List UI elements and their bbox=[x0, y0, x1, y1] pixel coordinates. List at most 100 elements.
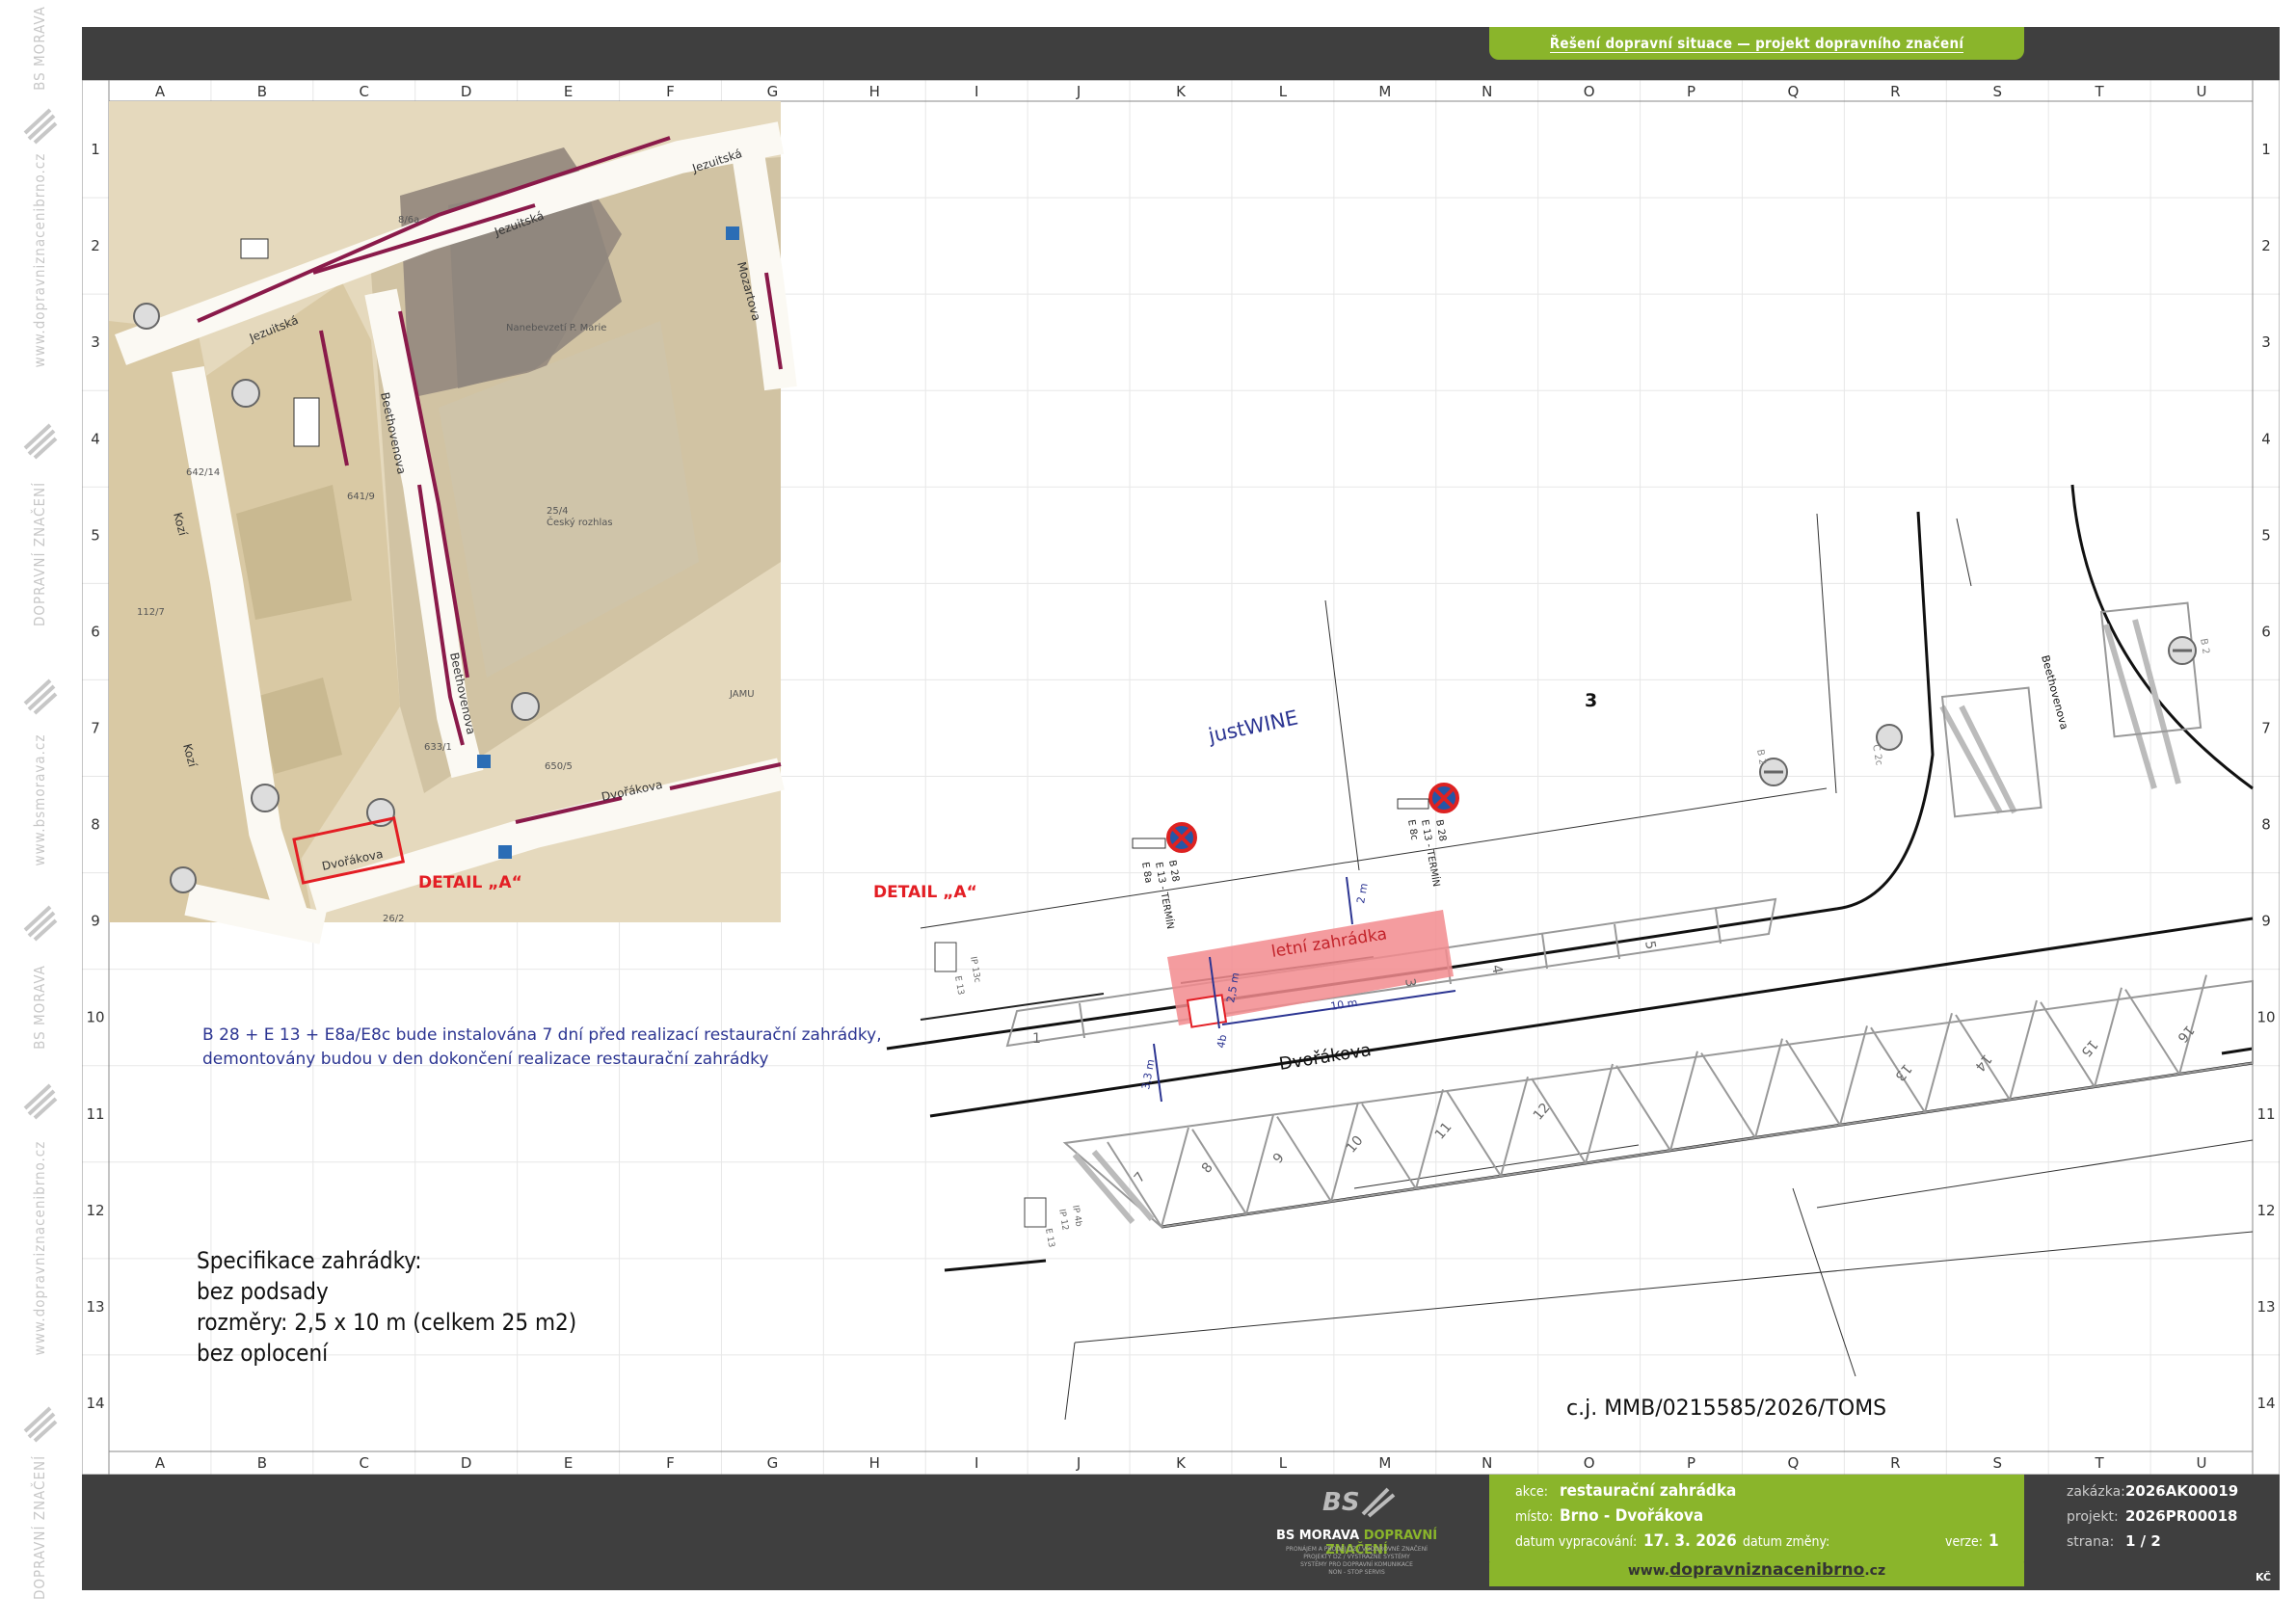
company-service: NON - STOP SERVIS bbox=[1328, 1569, 1385, 1576]
sign-code: IP 4b bbox=[1070, 1205, 1083, 1228]
signpost-icon bbox=[1024, 1197, 1047, 1228]
projekt-label: projekt: bbox=[2067, 1509, 2119, 1525]
map-sign-icon bbox=[511, 692, 540, 721]
location-map: Jezuitská Jezuitská Jezuitská Mozartova … bbox=[109, 101, 797, 945]
map-signpost-icon bbox=[240, 238, 269, 259]
sign-code: E 13 bbox=[1043, 1228, 1055, 1248]
house-number: 642/14 bbox=[186, 467, 220, 478]
space-number: 1 bbox=[1032, 1031, 1041, 1047]
grid-label: Q bbox=[1788, 1454, 1800, 1472]
house-number: 8/6a bbox=[398, 215, 419, 226]
misto-value: Brno - Dvořákova bbox=[1560, 1506, 1704, 1526]
grid-label: 7 bbox=[91, 719, 100, 736]
grid-label: 2 bbox=[2261, 237, 2271, 254]
installation-note: B 28 + E 13 + E8a/E8c bude instalována 7… bbox=[202, 1024, 882, 1072]
grid-label: R bbox=[1890, 1454, 1900, 1472]
spec-line: bez oplocení bbox=[197, 1340, 329, 1367]
grid-label: I bbox=[974, 83, 978, 100]
bs-logo-icon bbox=[23, 1083, 58, 1120]
sign-code: E 8a bbox=[1139, 862, 1154, 885]
grid-label: B bbox=[257, 83, 267, 100]
garden-specification: Specifikace zahrádky: bez podsady rozměr… bbox=[197, 1245, 576, 1369]
accessible-parking-icon bbox=[726, 226, 739, 240]
grid-label: Q bbox=[1788, 83, 1800, 100]
strana-value: 1 / 2 bbox=[2125, 1532, 2161, 1550]
house-number: 641/9 bbox=[347, 492, 375, 502]
bs-logo-icon bbox=[23, 905, 58, 942]
grid-label: 2 bbox=[91, 237, 100, 254]
grid-label: T bbox=[2095, 83, 2105, 100]
projekt-value: 2026PR00018 bbox=[2125, 1507, 2238, 1525]
grid-label: 1 bbox=[91, 141, 100, 158]
grid-label: K bbox=[1176, 1454, 1187, 1472]
note-line: B 28 + E 13 + E8a/E8c bude instalována 7… bbox=[202, 1025, 882, 1045]
svg-text:BS: BS bbox=[1322, 1488, 1360, 1517]
church-label: Nanebevzetí P. Marie bbox=[506, 322, 606, 333]
www-prefix: www. bbox=[1627, 1563, 1670, 1579]
map-sign-icon bbox=[133, 303, 160, 330]
map-sign-icon bbox=[251, 784, 280, 812]
zmeny-label: datum změny: bbox=[1743, 1534, 1830, 1550]
grid-label: 10 bbox=[86, 1009, 104, 1026]
brand-text: BS MORAVA bbox=[31, 6, 48, 91]
map-detail-label: DETAIL „A“ bbox=[418, 873, 522, 892]
page-title: Řešení dopravní situace — projekt doprav… bbox=[1549, 35, 1964, 53]
company-service: PRONÁJEM A PRODEJ DZ / VODOROVNÉ ZNAČENÍ bbox=[1286, 1546, 1428, 1553]
datum-label: datum vypracování: bbox=[1515, 1534, 1638, 1550]
grid-label: O bbox=[1584, 83, 1595, 100]
grid-label: A bbox=[155, 83, 166, 100]
www-main: dopravniznacenibrno bbox=[1669, 1560, 1865, 1580]
note-line: demontovány budou v den dokončení realiz… bbox=[202, 1050, 769, 1069]
grid-label: L bbox=[1279, 1454, 1288, 1472]
bs-morava-logo-icon: BS bbox=[1322, 1487, 1396, 1518]
grid-label: U bbox=[2197, 1454, 2207, 1472]
street-beethovenova: Beethovenova bbox=[2039, 653, 2070, 731]
grid-label: M bbox=[1378, 83, 1391, 100]
grid-label: U bbox=[2197, 83, 2207, 100]
grid-label: I bbox=[974, 1454, 978, 1472]
grid-label: 5 bbox=[91, 526, 100, 544]
grid-label: J bbox=[1076, 1454, 1081, 1472]
grid-label: 5 bbox=[2261, 526, 2271, 544]
sign-b28 bbox=[1132, 822, 1197, 853]
reference-number: c.j. MMB/0215585/2026/TOMS bbox=[1566, 1397, 1887, 1421]
zakazka-label: zakázka: bbox=[2067, 1484, 2125, 1500]
sign-4b-label: 4b bbox=[1215, 1033, 1229, 1049]
accessible-parking-icon bbox=[498, 845, 512, 859]
rozhlas-number: 25/4 bbox=[547, 506, 568, 517]
grid-label: 13 bbox=[2256, 1298, 2275, 1316]
left-brand-strip: BS MORAVA www.dopravniznacenibrno.cz DOP… bbox=[0, 0, 79, 1623]
brand-url: www.dopravniznacenibrno.cz bbox=[31, 1140, 48, 1356]
grid-label: 9 bbox=[2261, 913, 2271, 930]
grid-label: 7 bbox=[2261, 719, 2271, 736]
grid-label: 3 bbox=[2261, 333, 2271, 351]
space-number: 15 bbox=[2077, 1036, 2100, 1059]
grid-label: 6 bbox=[2261, 623, 2271, 640]
grid-label: 12 bbox=[86, 1202, 104, 1219]
website-link[interactable]: www.dopravniznacenibrno.cz bbox=[1489, 1554, 2024, 1586]
grid-label: P bbox=[1687, 83, 1695, 100]
header-title-tab: Řešení dopravní situace — projekt doprav… bbox=[1489, 27, 2024, 60]
company-service: PROJEKTY DZ / VÝSTRAŽNÉ SYSTÉMY bbox=[1303, 1554, 1410, 1560]
sign-code: E 13 bbox=[952, 975, 965, 996]
grid-label: 12 bbox=[2256, 1202, 2275, 1219]
grid-label: M bbox=[1378, 1454, 1391, 1472]
grid-label: J bbox=[1076, 83, 1081, 100]
house-number: 112/7 bbox=[137, 607, 165, 618]
building-number: 3 bbox=[1585, 690, 1598, 711]
grid-label: K bbox=[1176, 83, 1187, 100]
sign-code: E 8c bbox=[1405, 819, 1420, 841]
grid-label: 9 bbox=[91, 913, 100, 930]
grid-label: F bbox=[666, 1454, 675, 1472]
grid-label: G bbox=[767, 1454, 779, 1472]
brand-text: BS MORAVA bbox=[31, 965, 48, 1050]
map-sign-icon bbox=[231, 379, 260, 408]
grid-label: B bbox=[257, 1454, 267, 1472]
strana-label: strana: bbox=[2067, 1534, 2115, 1550]
grid-label: S bbox=[1992, 1454, 2002, 1472]
space-number: 12 bbox=[1531, 1101, 1554, 1124]
brand-url: www.bsmorava.cz bbox=[31, 733, 48, 866]
grid-label: F bbox=[666, 83, 675, 100]
house-number: 26/2 bbox=[383, 914, 404, 924]
grid-label: A bbox=[155, 1454, 166, 1472]
